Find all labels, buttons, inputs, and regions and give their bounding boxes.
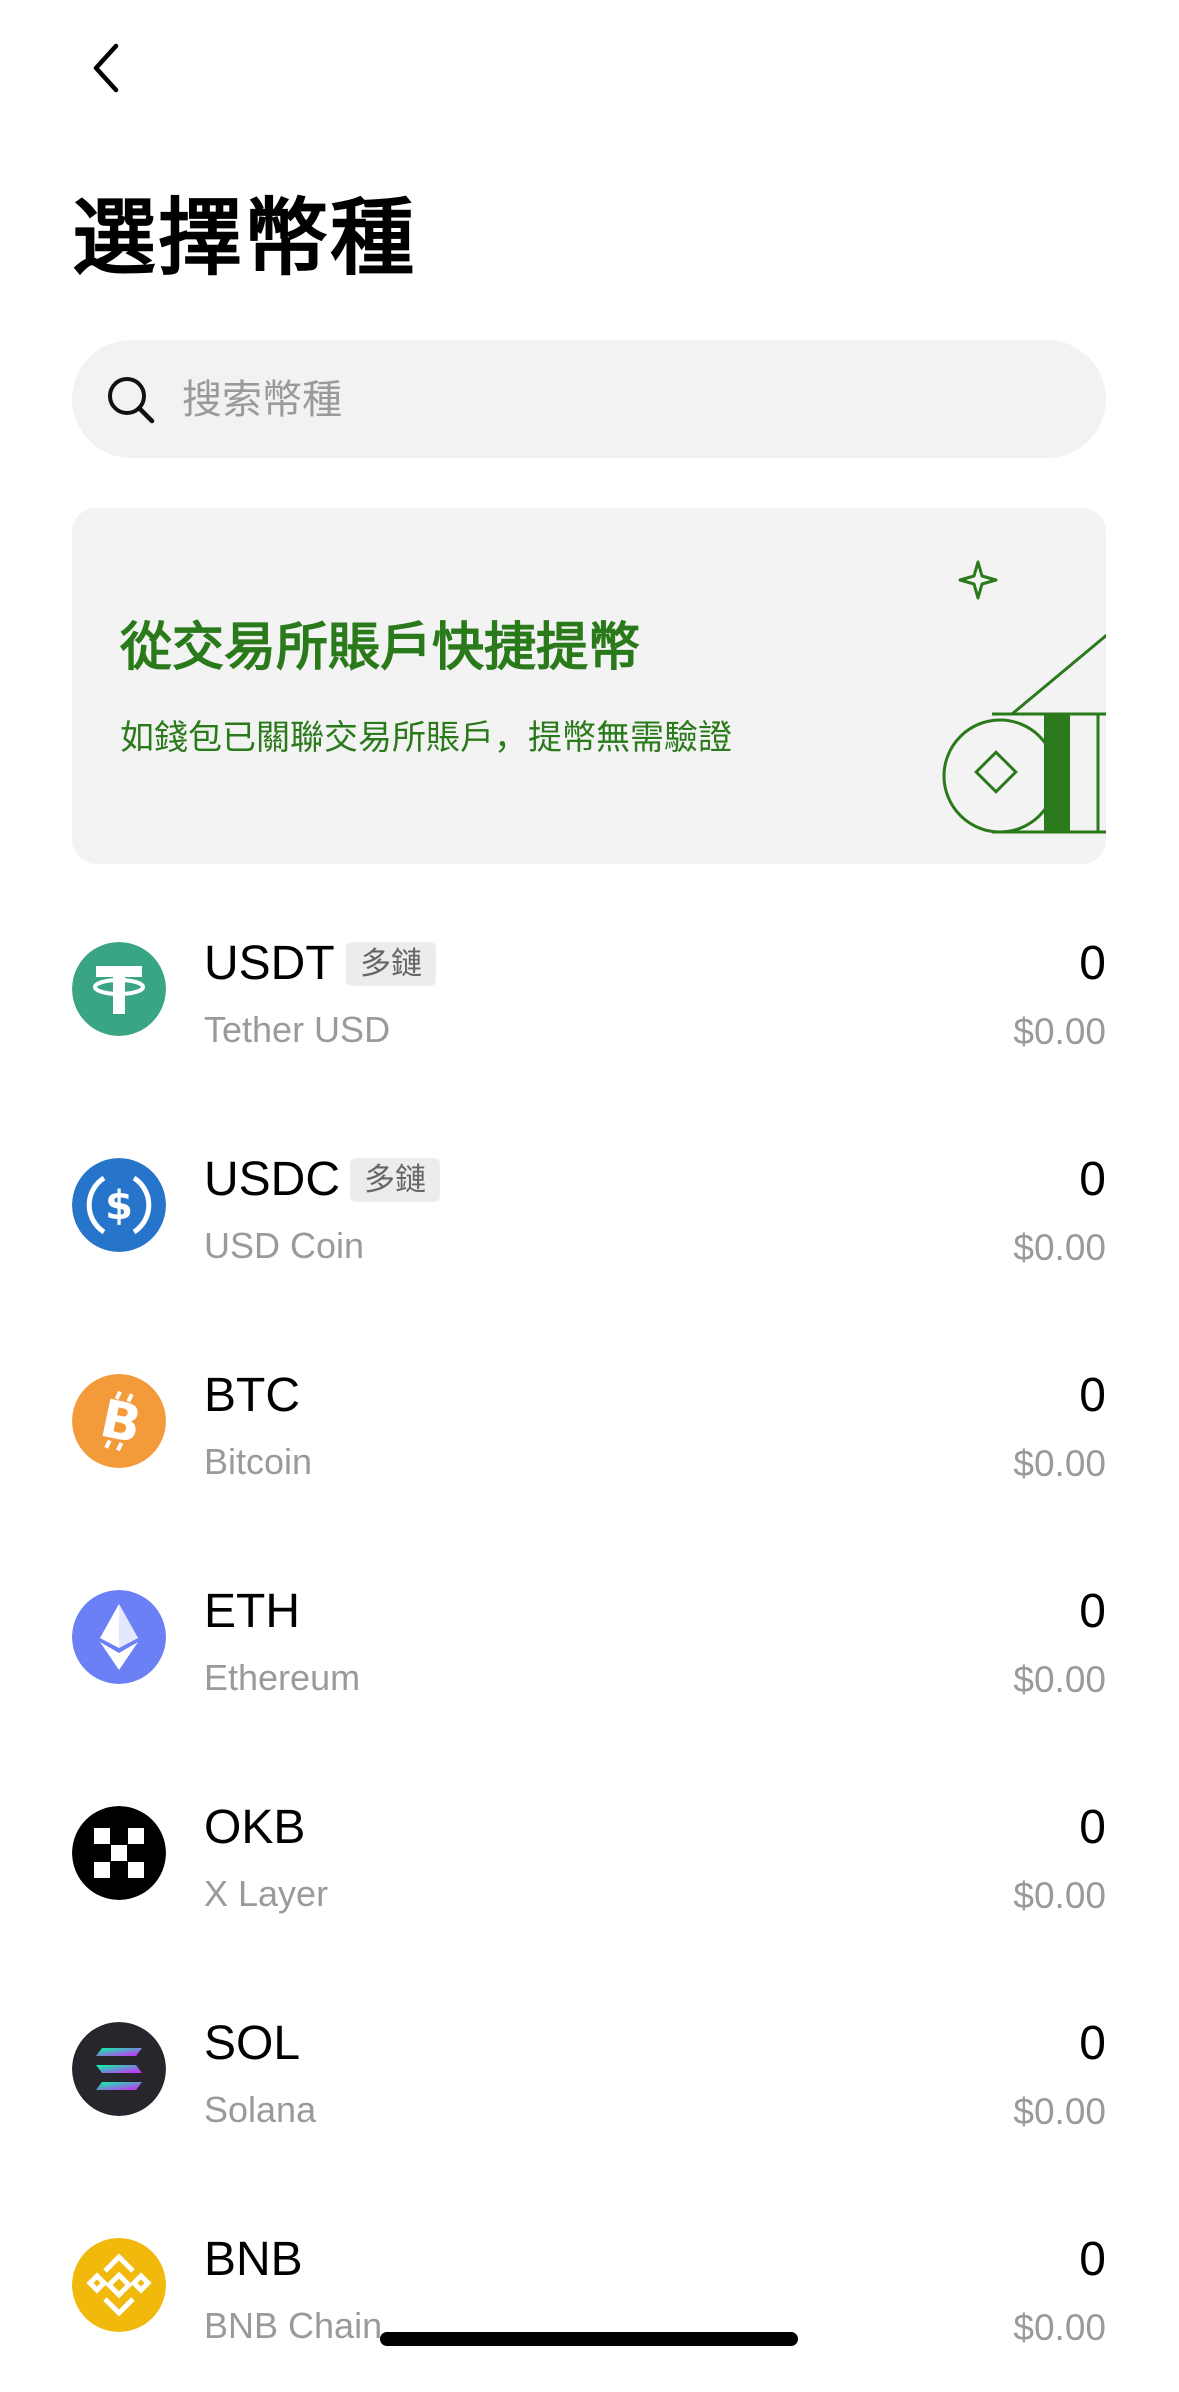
coin-value: $0.00 [1013, 1011, 1106, 1052]
coin-name: BNB Chain [204, 2305, 383, 2346]
svg-text:$: $ [105, 1183, 133, 1229]
coin-row-usdt[interactable]: USDT 多鏈 Tether USD 0 $0.00 [0, 880, 1179, 1096]
coin-symbol: OKB [204, 1801, 306, 1854]
coin-list: USDT 多鏈 Tether USD 0 $0.00 $ USDC 多鏈 USD… [0, 880, 1179, 2392]
coin-row-btc[interactable]: B BTC Bitcoin 0 $0.00 [0, 1312, 1179, 1528]
coin-value: $0.00 [1013, 1227, 1106, 1268]
search-bar[interactable] [72, 340, 1106, 458]
bitcoin-icon: B [72, 1374, 166, 1468]
coin-symbol: USDC [204, 1153, 341, 1206]
coin-value: $0.00 [1013, 1659, 1106, 1700]
solana-icon [72, 2022, 166, 2116]
chevron-left-icon [93, 43, 119, 93]
coin-amount: 0 [1079, 1585, 1106, 1638]
multichain-badge: 多鏈 [350, 1158, 440, 1202]
coin-amount: 0 [1079, 1801, 1106, 1854]
coin-symbol: USDT [204, 937, 335, 990]
coin-name: Solana [204, 2089, 317, 2130]
multichain-badge: 多鏈 [346, 942, 436, 986]
coin-value: $0.00 [1013, 2091, 1106, 2132]
home-indicator[interactable] [380, 2332, 798, 2346]
search-icon [108, 377, 155, 424]
coin-value: $0.00 [1013, 1875, 1106, 1916]
coin-row-okb[interactable]: OKB X Layer 0 $0.00 [0, 1744, 1179, 1960]
usdc-icon: $ [72, 1158, 166, 1252]
coin-name: Tether USD [204, 1009, 391, 1050]
banner-title: 從交易所賬戶快捷提幣 [120, 618, 641, 678]
coin-amount: 0 [1079, 2017, 1106, 2070]
coin-row-usdc[interactable]: $ USDC 多鏈 USD Coin 0 $0.00 [0, 1096, 1179, 1312]
coin-row-sol[interactable]: SOL Solana 0 $0.00 [0, 1960, 1179, 2176]
back-button[interactable] [78, 36, 134, 100]
coin-name: Bitcoin [204, 1441, 313, 1482]
coin-value: $0.00 [1013, 2307, 1106, 2348]
coin-name: X Layer [204, 1873, 329, 1914]
coin-symbol: BTC [204, 1369, 300, 1422]
search-input[interactable] [180, 360, 1064, 440]
ethereum-icon [72, 1590, 166, 1684]
banner-subtitle: 如錢包已關聯交易所賬戶，提幣無需驗證 [120, 718, 732, 758]
bnb-icon [72, 2238, 166, 2332]
coin-row-eth[interactable]: ETH Ethereum 0 $0.00 [0, 1528, 1179, 1744]
coin-name: Ethereum [204, 1657, 361, 1698]
exchange-withdraw-banner[interactable]: 從交易所賬戶快捷提幣 如錢包已關聯交易所賬戶，提幣無需驗證 [72, 508, 1106, 864]
coin-symbol: SOL [204, 2017, 301, 2070]
coin-amount: 0 [1079, 937, 1106, 990]
coin-symbol: BNB [204, 2233, 303, 2286]
coin-row-bnb[interactable]: BNB BNB Chain 0 $0.00 [0, 2176, 1179, 2392]
coin-symbol: ETH [204, 1585, 300, 1638]
coin-value: $0.00 [1013, 1443, 1106, 1484]
coin-name: USD Coin [204, 1225, 365, 1266]
page-title: 選擇幣種 [72, 189, 417, 287]
okb-icon [72, 1806, 166, 1900]
coin-amount: 0 [1079, 1153, 1106, 1206]
tether-icon [72, 942, 166, 1036]
exchange-house-illustration [942, 560, 1106, 834]
coin-amount: 0 [1079, 1369, 1106, 1422]
coin-amount: 0 [1079, 2233, 1106, 2286]
